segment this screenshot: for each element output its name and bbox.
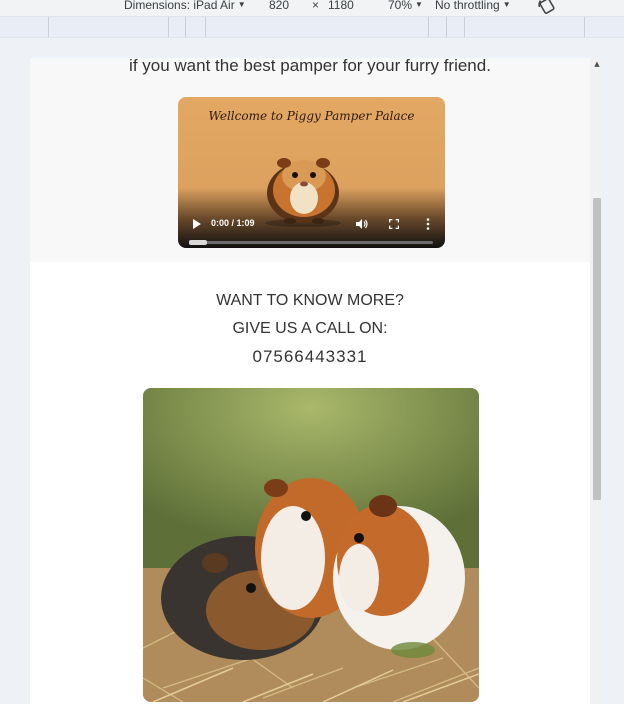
- volume-icon[interactable]: [355, 218, 368, 230]
- ruler-tick: [464, 17, 465, 37]
- video-progress-bar[interactable]: [189, 240, 433, 245]
- fullscreen-icon[interactable]: [389, 219, 399, 229]
- hero-section: if you want the best pamper for your fur…: [30, 58, 590, 262]
- ruler-tick: [168, 17, 169, 37]
- device-toolbar: Dimensions: iPad Air ▼ 820 × 1180 70% ▼ No…: [0, 0, 624, 16]
- scrollbar-thumb[interactable]: [593, 198, 601, 500]
- video-controls: 0:00 / 1:09: [178, 208, 445, 248]
- media-query-ruler: [0, 16, 624, 38]
- video-title: Wellcome to Piggy Pamper Palace: [208, 109, 415, 123]
- ruler-tick: [205, 17, 206, 37]
- dimensions-dropdown[interactable]: Dimensions: iPad Air ▼: [124, 0, 246, 12]
- ruler-tick: [428, 17, 429, 37]
- progress-buffer: [189, 240, 207, 245]
- caret-down-icon: ▼: [415, 0, 423, 9]
- video-time: 0:00 / 1:09: [211, 218, 255, 228]
- hero-text: if you want the best pamper for your fur…: [129, 58, 491, 75]
- dimensions-label: Dimensions: iPad Air: [124, 0, 235, 12]
- contact-line-1: WANT TO KNOW MORE?: [216, 292, 404, 309]
- rotate-icon[interactable]: [538, 0, 556, 15]
- guinea-pigs-photo: [143, 388, 479, 702]
- caret-down-icon: ▼: [237, 0, 246, 9]
- height-input[interactable]: 1180: [328, 0, 354, 12]
- contact-line-2: GIVE US A CALL ON:: [232, 320, 388, 337]
- more-options-icon[interactable]: [426, 218, 430, 230]
- page-content: if you want the best pamper for your fur…: [30, 58, 590, 704]
- scroll-up-arrow-icon[interactable]: ▲: [592, 60, 602, 70]
- throttling-label: No throttling: [435, 0, 500, 12]
- play-icon[interactable]: [192, 218, 202, 230]
- throttling-dropdown[interactable]: No throttling ▼: [435, 0, 511, 12]
- ruler-tick: [584, 17, 585, 37]
- ruler-tick: [185, 17, 186, 37]
- phone-number[interactable]: 07566443331: [30, 343, 590, 371]
- times-symbol: ×: [312, 0, 320, 12]
- caret-down-icon: ▼: [502, 0, 511, 9]
- ruler-tick: [446, 17, 447, 37]
- device-viewport: if you want the best pamper for your fur…: [30, 58, 604, 704]
- zoom-dropdown[interactable]: 70% ▼: [388, 0, 423, 12]
- contact-section: WANT TO KNOW MORE? GIVE US A CALL ON: 07…: [30, 287, 590, 371]
- zoom-label: 70%: [388, 0, 413, 12]
- promo-video[interactable]: Wellcome to Piggy Pamper Palace 0:00 / 1…: [178, 97, 445, 248]
- width-input[interactable]: 820: [269, 0, 289, 12]
- ruler-tick: [48, 17, 49, 37]
- page-scrollbar[interactable]: ▲: [590, 58, 604, 704]
